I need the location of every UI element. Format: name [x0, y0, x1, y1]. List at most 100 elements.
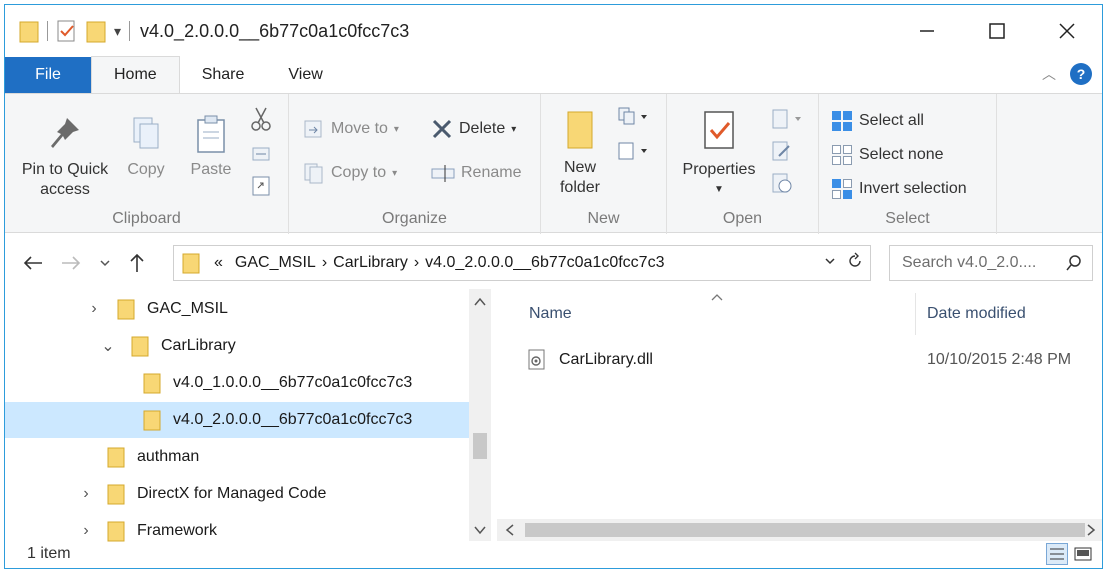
scroll-left-arrow-icon[interactable]: [505, 524, 515, 536]
properties-button[interactable]: Properties ▼: [675, 108, 763, 200]
recent-locations-chevron-icon[interactable]: [99, 257, 111, 269]
copy-to-label: Copy to: [331, 164, 387, 181]
copy-path-icon[interactable]: [251, 144, 271, 164]
tree-scrollbar[interactable]: [469, 289, 491, 541]
properties-icon: [704, 111, 734, 149]
select-none-button[interactable]: Select none: [831, 144, 944, 166]
open-with-icon[interactable]: [771, 108, 805, 130]
easy-access-icon[interactable]: [617, 140, 653, 162]
invert-selection-button[interactable]: Invert selection: [831, 178, 967, 200]
address-dropdown-icon[interactable]: [824, 255, 836, 267]
organize-group-label: Organize: [382, 210, 447, 227]
new-item-icon[interactable]: [617, 106, 653, 128]
paste-button[interactable]: Paste: [185, 114, 237, 180]
large-icons-view-icon[interactable]: [1072, 543, 1094, 565]
dll-file-icon: [528, 349, 545, 370]
file-list-scrollbar[interactable]: [497, 519, 1102, 541]
folder-icon[interactable]: [19, 19, 39, 43]
tree-item-v4-1[interactable]: v4.0_1.0.0.0__6b77c0a1c0fcc7c3: [5, 365, 469, 401]
history-icon[interactable]: [771, 172, 793, 194]
minimize-button[interactable]: [892, 5, 962, 57]
breadcrumb-carlibrary[interactable]: CarLibrary: [333, 254, 408, 272]
tree-scroll-thumb[interactable]: [473, 433, 487, 459]
rename-label: Rename: [461, 164, 522, 181]
explorer-window: ▾ v4.0_2.0.0.0__6b77c0a1c0fcc7c3 File Ho…: [4, 4, 1103, 569]
column-divider[interactable]: [915, 293, 916, 335]
refresh-icon[interactable]: [846, 252, 864, 270]
breadcrumb-overflow[interactable]: «: [214, 254, 223, 272]
rename-button[interactable]: Rename: [431, 162, 521, 184]
maximize-button[interactable]: [962, 5, 1032, 57]
forward-arrow-icon[interactable]: [61, 255, 81, 271]
collapse-ribbon-icon[interactable]: ︿: [1042, 64, 1056, 84]
address-actions: [824, 252, 864, 270]
breadcrumb-current-folder[interactable]: v4.0_2.0.0.0__6b77c0a1c0fcc7c3: [425, 254, 664, 272]
expand-chevron-icon[interactable]: ›: [79, 522, 93, 540]
address-bar[interactable]: « GAC_MSIL › CarLibrary › v4.0_2.0.0.0__…: [173, 245, 871, 281]
close-icon: [1059, 23, 1075, 39]
help-icon[interactable]: ?: [1070, 63, 1092, 85]
properties-dropdown-icon: ▼: [714, 184, 724, 195]
breadcrumb-separator-icon[interactable]: ›: [322, 254, 327, 272]
pin-to-quick-access-button[interactable]: Pin to Quick access: [15, 114, 115, 200]
tree-item-gac-msil[interactable]: › GAC_MSIL: [5, 291, 469, 327]
customize-qa-dropdown-icon[interactable]: ▾: [114, 23, 121, 40]
collapse-chevron-icon[interactable]: ⌄: [101, 336, 115, 356]
navigation-pane: › GAC_MSIL ⌄ CarLibrary v4.0_1.0.0.0__6b…: [5, 289, 495, 542]
window-title: v4.0_2.0.0.0__6b77c0a1c0fcc7c3: [140, 20, 410, 41]
file-list-pane: Name Date modified CarLibrary.dll 10/10/…: [497, 289, 1102, 541]
tree-item-label: CarLibrary: [161, 337, 236, 354]
tree-item-authman[interactable]: authman: [5, 439, 469, 475]
copy-button[interactable]: Copy: [121, 114, 171, 180]
properties-check-icon[interactable]: [56, 19, 78, 43]
pin-icon: [51, 118, 79, 148]
tree-item-v4-2-selected[interactable]: v4.0_2.0.0.0__6b77c0a1c0fcc7c3: [5, 402, 469, 438]
paste-shortcut-icon[interactable]: [251, 174, 271, 196]
delete-button[interactable]: Delete ▾: [431, 118, 516, 140]
minimize-icon: [920, 30, 934, 32]
select-group-label: Select: [885, 210, 930, 227]
properties-label: Properties: [682, 161, 756, 178]
details-view-icon[interactable]: [1046, 543, 1068, 565]
column-name[interactable]: Name: [529, 305, 572, 323]
tab-view[interactable]: View: [266, 57, 344, 93]
select-all-button[interactable]: Select all: [831, 110, 924, 132]
search-input[interactable]: Search v4.0_2.0....: [889, 245, 1093, 281]
copy-label: Copy: [127, 161, 165, 178]
folder-icon: [107, 447, 125, 468]
search-icon[interactable]: [1066, 255, 1082, 271]
file-date-modified: 10/10/2015 2:48 PM: [927, 351, 1072, 368]
tree-item-directx[interactable]: › DirectX for Managed Code: [5, 476, 469, 512]
title-bar: ▾ v4.0_2.0.0.0__6b77c0a1c0fcc7c3: [5, 5, 1102, 57]
expand-chevron-icon[interactable]: ›: [87, 300, 101, 318]
scroll-down-arrow-icon[interactable]: [474, 525, 486, 535]
tab-share[interactable]: Share: [180, 57, 267, 93]
breadcrumb-separator-icon[interactable]: ›: [414, 254, 419, 272]
file-row[interactable]: CarLibrary.dll 10/10/2015 2:48 PM: [527, 345, 1102, 375]
column-date-modified[interactable]: Date modified: [927, 305, 1026, 323]
tab-home[interactable]: Home: [91, 56, 180, 93]
folder-icon: [182, 253, 200, 274]
breadcrumb-gac-msil[interactable]: GAC_MSIL: [235, 254, 316, 272]
move-to-dropdown-icon: ▾: [393, 123, 399, 135]
column-headers: Name Date modified: [497, 289, 1102, 339]
scroll-up-arrow-icon[interactable]: [474, 297, 486, 307]
move-to-button[interactable]: Move to ▾: [303, 118, 399, 140]
edit-icon[interactable]: [771, 140, 793, 162]
back-arrow-icon[interactable]: [23, 255, 43, 271]
new-group: New folder New: [541, 94, 667, 234]
status-bar: 1 item: [5, 540, 1102, 568]
open-group: Properties ▼ Open: [667, 94, 819, 234]
tree-item-carlibrary[interactable]: ⌄ CarLibrary: [5, 328, 469, 364]
tab-file[interactable]: File: [5, 57, 91, 93]
horizontal-scroll-thumb[interactable]: [525, 523, 1085, 537]
up-arrow-icon[interactable]: [129, 253, 145, 273]
expand-chevron-icon[interactable]: ›: [79, 485, 93, 503]
new-folder-icon[interactable]: [86, 19, 106, 43]
cut-icon[interactable]: [251, 106, 271, 132]
scroll-right-arrow-icon[interactable]: [1086, 524, 1096, 536]
close-button[interactable]: [1032, 5, 1102, 57]
copy-to-button[interactable]: Copy to ▾: [303, 162, 397, 184]
new-folder-button[interactable]: New folder: [551, 108, 609, 198]
clipboard-group-label: Clipboard: [112, 210, 181, 227]
